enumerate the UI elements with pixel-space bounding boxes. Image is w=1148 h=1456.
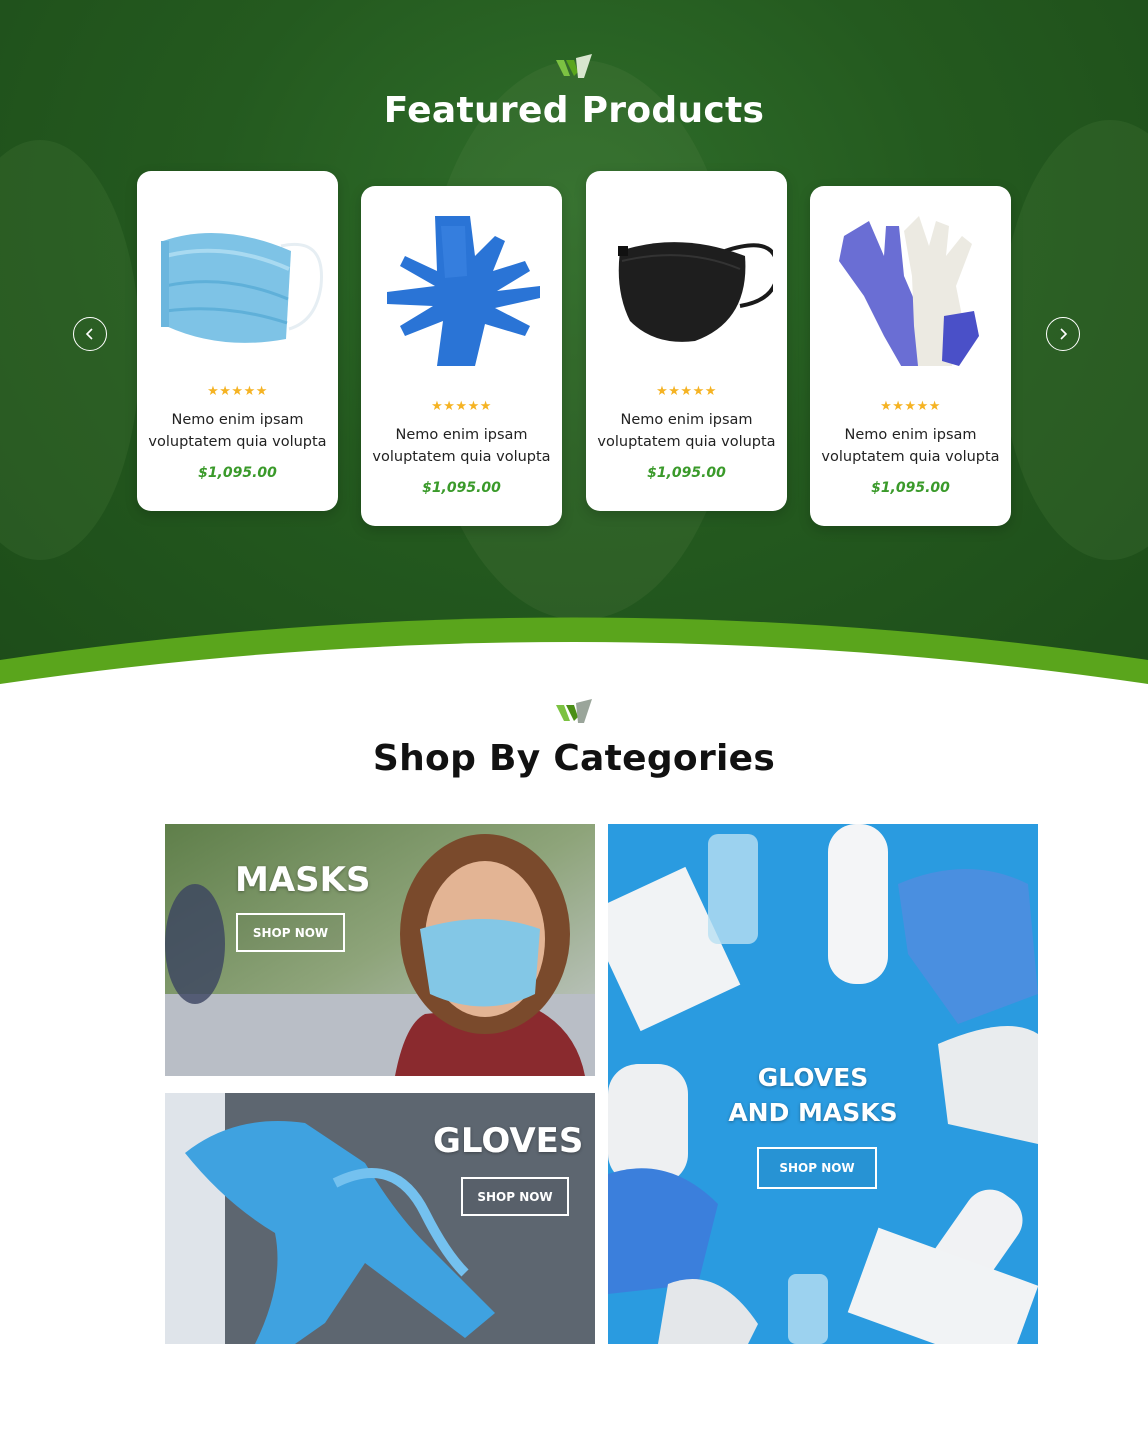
product-name[interactable]: Nemo enim ipsam voluptatem quia volupta	[147, 409, 328, 453]
product-card[interactable]: ★★★★★ Nemo enim ipsam voluptatem quia vo…	[137, 171, 338, 511]
category-tile-gloves[interactable]: GLOVES SHOP NOW	[165, 1093, 595, 1344]
product-card[interactable]: ★★★★★ Nemo enim ipsam voluptatem quia vo…	[361, 186, 562, 526]
tile-title-line: GLOVES	[757, 1063, 869, 1092]
product-price: $1,095.00	[422, 480, 501, 496]
product-name[interactable]: Nemo enim ipsam voluptatem quia volupta	[820, 424, 1001, 468]
product-price: $1,095.00	[647, 465, 726, 481]
tile-title-line: AND MASKS	[728, 1098, 898, 1127]
masks-photo	[165, 824, 595, 1076]
carousel-next-button[interactable]	[1046, 317, 1080, 351]
background-person	[0, 140, 140, 560]
shop-now-button[interactable]: SHOP NOW	[757, 1147, 877, 1189]
product-card[interactable]: ★★★★★ Nemo enim ipsam voluptatem quia vo…	[586, 171, 787, 511]
latex-gloves-icon	[824, 216, 997, 366]
chevron-left-icon	[85, 328, 93, 340]
curved-divider	[0, 617, 1148, 690]
blue-gloves-icon	[375, 216, 548, 366]
chevron-right-icon	[1060, 328, 1068, 340]
category-tile-masks[interactable]: MASKS SHOP NOW	[165, 824, 595, 1076]
leaf-logo-icon	[554, 54, 594, 82]
shop-now-button[interactable]: SHOP NOW	[461, 1177, 569, 1216]
rating-stars: ★★★★★	[880, 398, 941, 413]
rating-stars: ★★★★★	[431, 398, 492, 413]
tile-title: GLOVES AND MASKS	[608, 1060, 1018, 1130]
product-price: $1,095.00	[871, 480, 950, 496]
tile-title: GLOVES	[433, 1121, 584, 1161]
carousel-prev-button[interactable]	[73, 317, 107, 351]
shop-now-button[interactable]: SHOP NOW	[236, 913, 345, 952]
product-name[interactable]: Nemo enim ipsam voluptatem quia volupta	[596, 409, 777, 453]
featured-title: Featured Products	[383, 90, 765, 131]
rating-stars: ★★★★★	[207, 383, 268, 398]
leaf-logo-icon	[554, 699, 594, 727]
surgical-mask-icon	[151, 211, 324, 361]
product-price: $1,095.00	[198, 465, 277, 481]
featured-products-section: Featured Products ★★★★★ Nemo enim ipsam …	[0, 0, 1148, 690]
categories-title: Shop By Categories	[372, 738, 776, 779]
product-name[interactable]: Nemo enim ipsam voluptatem quia volupta	[371, 424, 552, 468]
black-mask-icon	[600, 211, 773, 361]
category-tile-gloves-and-masks[interactable]: GLOVES AND MASKS SHOP NOW	[608, 824, 1038, 1344]
product-card[interactable]: ★★★★★ Nemo enim ipsam voluptatem quia vo…	[810, 186, 1011, 526]
rating-stars: ★★★★★	[656, 383, 717, 398]
tile-title: MASKS	[235, 860, 371, 900]
